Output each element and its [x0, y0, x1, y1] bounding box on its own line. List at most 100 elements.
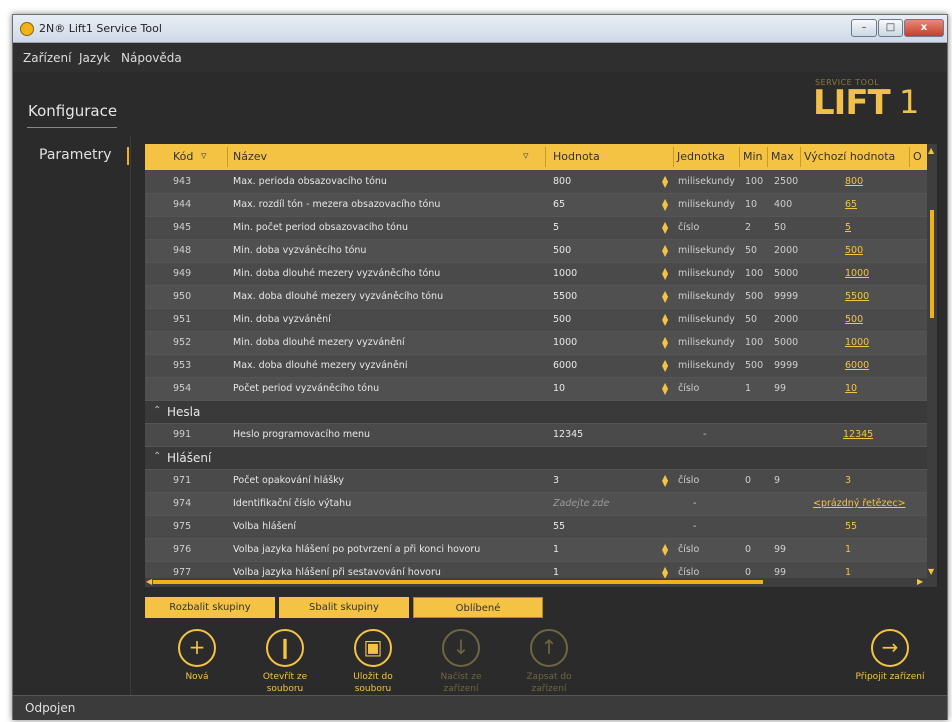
spinner-icon[interactable]: ▲ ▼ [662, 382, 668, 396]
column-header-extra[interactable]: O [913, 150, 922, 163]
cell-default[interactable]: 3 [845, 475, 851, 486]
table-row[interactable]: 975 Volba hlášení 55 - 55 [145, 516, 927, 539]
spinner-icon[interactable]: ▲ ▼ [662, 290, 668, 304]
menu-item-help[interactable]: Nápověda [121, 51, 182, 65]
spinner-icon[interactable]: ▲ ▼ [662, 313, 668, 327]
close-button[interactable]: x [904, 19, 944, 37]
column-header-default[interactable]: Výchozí hodnota [804, 150, 895, 163]
connect-label: Připojit zařízení [855, 672, 925, 682]
spinner-icon[interactable]: ▲ ▼ [662, 175, 668, 189]
write-to-device-button[interactable]: ↑ Zapsat do zařízení [514, 629, 584, 695]
spinner-icon[interactable]: ▲ ▼ [662, 336, 668, 350]
cell-default[interactable]: 800 [845, 176, 863, 187]
cell-default[interactable]: 6000 [845, 360, 869, 371]
maximize-button[interactable]: □ [878, 19, 903, 37]
table-row[interactable]: 952 Min. doba dlouhé mezery vyzvánění 1000… [145, 332, 927, 355]
table-row[interactable]: 991 Heslo programovacího menu 12345 - 12… [145, 424, 927, 447]
cell-value[interactable]: 55 [553, 521, 565, 532]
cell-value[interactable]: 5500 [553, 291, 577, 302]
menu-item-language[interactable]: Jazyk [79, 51, 110, 65]
cell-value[interactable]: 1000 [553, 337, 577, 348]
table-row[interactable]: 945 Min. počet period obsazovacího tónu 5 ▲… [145, 217, 927, 240]
table-row[interactable]: 943 Max. perioda obsazovacího tónu 800 ▲ ▼ mi… [145, 171, 927, 194]
table-row[interactable]: 950 Max. doba dlouhé mezery vyzváněcího t… [145, 286, 927, 309]
group-header-announcements[interactable]: ⌃ Hlášení [145, 447, 927, 470]
cell-name: Max. rozdíl tón - mezera obsazovacího tó… [233, 199, 441, 210]
cell-value[interactable]: 500 [553, 314, 571, 325]
vertical-scrollbar[interactable]: ▲ ▼ [927, 144, 937, 587]
column-header-min[interactable]: Min [743, 150, 763, 163]
cell-default[interactable]: <prázdný řetězec> [813, 498, 906, 509]
cell-value[interactable]: 65 [553, 199, 565, 210]
spinner-icon[interactable]: ▲ ▼ [662, 267, 668, 281]
spinner-icon[interactable]: ▲ ▼ [662, 244, 668, 258]
filter-icon[interactable]: ▿ [201, 150, 213, 162]
table-row[interactable]: 954 Počet period vyzváněcího tónu 10 ▲ ▼ čísl… [145, 378, 927, 401]
save-file-button[interactable]: ▣ Uložit do souboru [338, 629, 408, 695]
cell-value[interactable]: 5 [553, 222, 559, 233]
cell-value[interactable]: 1 [553, 567, 559, 578]
favorites-button[interactable]: Oblíbené [413, 597, 543, 618]
spinner-icon[interactable]: ▲ ▼ [662, 221, 668, 235]
connect-device-button[interactable]: → Připojit zařízení [845, 629, 935, 683]
scroll-down-icon[interactable]: ▼ [928, 567, 934, 576]
table-row[interactable]: 974 Identifikační číslo výtahu Zadejte zde… [145, 493, 927, 516]
column-header-unit[interactable]: Jednotka [677, 150, 725, 163]
column-header-max[interactable]: Max [771, 150, 794, 163]
column-header-value[interactable]: Hodnota [553, 150, 600, 163]
table-row[interactable]: 971 Počet opakování hlášky 3 ▲ ▼ číslo 0 9 3 [145, 470, 927, 493]
collapse-chevron-icon[interactable]: ⌃ [153, 405, 161, 416]
spinner-icon[interactable]: ▲ ▼ [662, 474, 668, 488]
cell-default[interactable]: 1000 [845, 337, 869, 348]
cell-default[interactable]: 500 [845, 245, 863, 256]
cell-value[interactable]: 12345 [553, 429, 583, 440]
cell-default[interactable]: 500 [845, 314, 863, 325]
cell-default[interactable]: 1 [845, 567, 851, 578]
cell-value[interactable]: 1000 [553, 268, 577, 279]
collapse-groups-button[interactable]: Sbalit skupiny [279, 597, 409, 618]
minimize-button[interactable]: – [851, 19, 877, 37]
cell-default[interactable]: 10 [845, 383, 857, 394]
spinner-icon[interactable]: ▲ ▼ [662, 359, 668, 373]
cell-value[interactable]: 10 [553, 383, 565, 394]
cell-unit: milisekundy [678, 360, 735, 371]
collapse-chevron-icon[interactable]: ⌃ [153, 451, 161, 462]
cell-default[interactable]: 1 [845, 544, 851, 555]
sidebar-item-parameters[interactable]: Parametry [39, 147, 112, 163]
cell-value[interactable]: 1 [553, 544, 559, 555]
table-row[interactable]: 951 Min. doba vyzvánění 500 ▲ ▼ milisekundy 50… [145, 309, 927, 332]
cell-value[interactable]: 3 [553, 475, 559, 486]
table-row[interactable]: 948 Min. doba vyzváněcího tónu 500 ▲ ▼ milise… [145, 240, 927, 263]
expand-groups-button[interactable]: Rozbalit skupiny [145, 597, 275, 618]
new-button[interactable]: + Nová [162, 629, 232, 683]
table-row[interactable]: 949 Min. doba dlouhé mezery vyzváněcího t… [145, 263, 927, 286]
menu-item-device[interactable]: Zařízení [23, 51, 71, 65]
cell-value[interactable]: 500 [553, 245, 571, 256]
scroll-left-icon[interactable]: ◀ [146, 577, 152, 586]
scroll-right-icon[interactable]: ▶ [917, 577, 923, 586]
cell-default[interactable]: 5 [845, 222, 851, 233]
scroll-thumb[interactable] [153, 580, 763, 584]
cell-default[interactable]: 1000 [845, 268, 869, 279]
cell-value[interactable]: Zadejte zde [553, 498, 609, 509]
table-row[interactable]: 944 Max. rozdíl tón - mezera obsazovacího… [145, 194, 927, 217]
cell-value[interactable]: 800 [553, 176, 571, 187]
cell-default[interactable]: 55 [845, 521, 857, 532]
spinner-icon[interactable]: ▲ ▼ [662, 198, 668, 212]
table-row[interactable]: 976 Volba jazyka hlášení po potvrzení a p… [145, 539, 927, 562]
group-header-passwords[interactable]: ⌃ Hesla [145, 401, 927, 424]
filter-icon[interactable]: ▿ [523, 150, 535, 162]
cell-value[interactable]: 6000 [553, 360, 577, 371]
spinner-icon[interactable]: ▲ ▼ [662, 543, 668, 557]
open-file-button[interactable]: ❙ Otevřít ze souboru [250, 629, 320, 695]
scroll-up-icon[interactable]: ▲ [928, 146, 934, 155]
cell-default[interactable]: 65 [845, 199, 857, 210]
cell-default[interactable]: 12345 [843, 429, 873, 440]
table-row[interactable]: 953 Max. doba dlouhé mezery vyzvánění 6000… [145, 355, 927, 378]
column-header-code[interactable]: Kód [173, 150, 193, 163]
scroll-thumb[interactable] [930, 210, 934, 318]
load-from-device-button[interactable]: ↓ Načíst ze zařízení [426, 629, 496, 695]
column-header-name[interactable]: Název [233, 150, 267, 163]
horizontal-scrollbar[interactable]: ◀ ▶ [145, 577, 927, 587]
cell-default[interactable]: 5500 [845, 291, 869, 302]
